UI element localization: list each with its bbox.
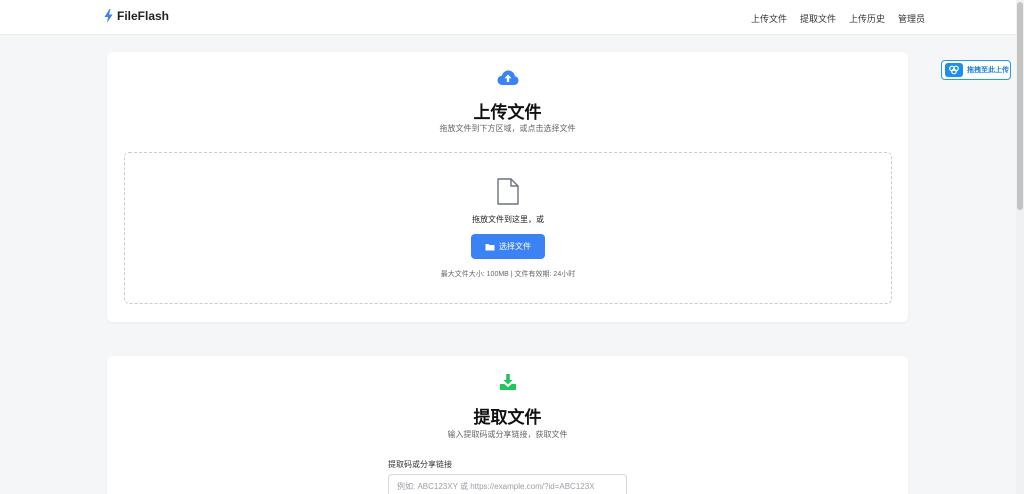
nav-extract[interactable]: 提取文件 [800,12,836,25]
upload-card: 上传文件 拖放文件到下方区域，或点击选择文件 拖放文件到这里，或 选择文件 最大… [107,52,908,322]
float-button-label: 拖拽至此上传 [967,67,1009,74]
choose-file-button[interactable]: 选择文件 [471,234,545,259]
folder-icon [485,243,495,250]
extract-code-label: 提取码或分享链接 [388,460,452,469]
lightning-icon [104,9,113,23]
upload-title: 上传文件 [473,103,542,122]
page-scrollbar[interactable] [1016,0,1024,494]
upload-dropzone[interactable]: 拖放文件到这里，或 选择文件 最大文件大小: 100MB | 文件有效期: 24… [124,152,892,304]
nav-admin[interactable]: 管理员 [898,12,925,25]
download-icon [499,374,516,390]
extract-title: 提取文件 [473,408,542,427]
brand-name: FileFlash [117,9,170,23]
cloud-upload-icon [497,70,518,85]
choose-file-label: 选择文件 [499,242,531,251]
nav-links: 上传文件 提取文件 上传历史 管理员 [751,12,925,25]
nav-upload[interactable]: 上传文件 [751,12,787,25]
drag-upload-float-button[interactable]: 拖拽至此上传 [941,60,1011,80]
top-navbar: FileFlash 上传文件 提取文件 上传历史 管理员 [0,0,1016,35]
file-icon [497,178,519,205]
dropzone-text: 拖放文件到这里，或 [472,215,544,224]
upload-limits: 最大文件大小: 100MB | 文件有效期: 24小时 [440,271,576,278]
brand[interactable]: FileFlash [104,9,169,23]
upload-subtitle: 拖放文件到下方区域，或点击选择文件 [439,124,576,133]
scrollbar-thumb[interactable] [1017,2,1023,210]
extract-card: 提取文件 输入提取码或分享链接，获取文件 提取码或分享链接 [107,356,908,494]
clover-icon [945,63,963,77]
extract-code-input[interactable] [388,474,627,494]
extract-subtitle: 输入提取码或分享链接，获取文件 [447,430,568,439]
nav-history[interactable]: 上传历史 [849,12,885,25]
